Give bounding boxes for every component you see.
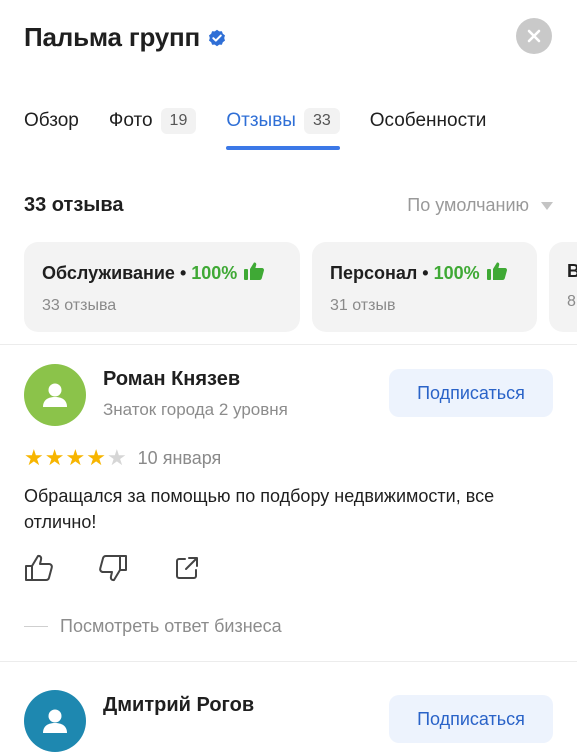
avatar[interactable] (24, 690, 86, 752)
rating-stars: ★ ★ ★ ★ ★ 10 января (24, 447, 221, 469)
tab-label: Отзывы (226, 110, 296, 131)
tab-photos[interactable]: Фото 19 (108, 104, 197, 138)
user-icon (43, 383, 67, 407)
avatar[interactable] (24, 364, 86, 426)
user-icon (43, 709, 67, 733)
thumbs-down-outline-icon (99, 555, 127, 582)
reviews-count: 33 отзыва (24, 194, 124, 216)
separator-dot: • (422, 263, 429, 283)
tab-reviews[interactable]: Отзывы 33 (226, 104, 341, 150)
thumbs-up-icon (243, 261, 265, 286)
review-date: 10 января (137, 447, 222, 468)
tab-overview[interactable]: Обзор (24, 104, 79, 138)
like-button[interactable] (24, 553, 54, 583)
thumbs-up-outline-icon (25, 554, 53, 581)
review-card: Дмитрий Рогов Подписаться (24, 690, 553, 752)
tab-label: Обзор (24, 110, 79, 131)
review-author[interactable]: Роман Князев (103, 368, 240, 391)
dash-line (24, 626, 48, 627)
category-card-staff[interactable]: Персонал • 100% 31 отзыв (312, 242, 537, 332)
tab-features[interactable]: Особенности (370, 104, 487, 138)
tab-count-badge: 33 (303, 108, 340, 134)
category-count: 31 отзыв (330, 297, 396, 314)
separator-dot: • (179, 263, 187, 283)
close-button[interactable] (516, 18, 552, 54)
section-divider (0, 661, 577, 662)
dropdown-triangle-icon (541, 201, 553, 210)
category-count: 8 (567, 293, 576, 310)
category-percent: 100% (191, 263, 238, 283)
star-filled-icon: ★ (65, 445, 86, 470)
review-author[interactable]: Дмитрий Рогов (103, 694, 254, 717)
review-actions (24, 553, 246, 583)
category-carousel[interactable]: Обслуживание • 100% 33 отзыва Персонал •… (24, 242, 577, 332)
reviews-header: 33 отзыва По умолчанию (24, 194, 553, 217)
category-name: Персонал (330, 263, 418, 283)
star-filled-icon: ★ (24, 445, 44, 470)
business-reply-toggle[interactable]: Посмотреть ответ бизнеса (24, 616, 282, 637)
star-empty-icon: ★ (106, 445, 127, 470)
star-filled-icon: ★ (44, 445, 65, 470)
header: Пальма групп (24, 22, 226, 53)
sort-label: По умолчанию (407, 195, 529, 215)
dislike-button[interactable] (98, 553, 128, 583)
close-icon (527, 29, 541, 43)
subscribe-button[interactable]: Подписаться (389, 369, 553, 417)
review-text: Обращался за помощью по подбору недвижим… (24, 486, 495, 532)
category-name: В (567, 261, 577, 281)
category-card-service[interactable]: Обслуживание • 100% 33 отзыва (24, 242, 300, 332)
category-count: 33 отзыва (42, 297, 117, 314)
category-card-partial[interactable]: В 8 (549, 242, 577, 332)
tab-label: Особенности (369, 110, 487, 131)
author-level: Знаток города 2 уровня (103, 400, 288, 419)
tab-label: Фото (108, 110, 153, 131)
business-reply-label: Посмотреть ответ бизнеса (60, 616, 282, 636)
sort-dropdown[interactable]: По умолчанию (407, 195, 553, 216)
verified-badge-icon (208, 29, 226, 47)
tab-bar: Обзор Фото 19 Отзывы 33 Особенности (24, 104, 516, 150)
category-name: Обслуживание (42, 263, 175, 283)
share-icon (176, 557, 198, 579)
tab-count-badge: 19 (160, 108, 197, 134)
section-divider (0, 344, 577, 345)
category-percent: 100% (433, 263, 480, 283)
review-card: Роман Князев Знаток города 2 уровня Подп… (24, 364, 553, 644)
star-filled-icon: ★ (86, 445, 106, 470)
thumbs-up-icon (486, 261, 508, 286)
organization-title: Пальма групп (24, 22, 201, 52)
subscribe-button[interactable]: Подписаться (389, 695, 553, 743)
share-button[interactable] (172, 553, 202, 583)
